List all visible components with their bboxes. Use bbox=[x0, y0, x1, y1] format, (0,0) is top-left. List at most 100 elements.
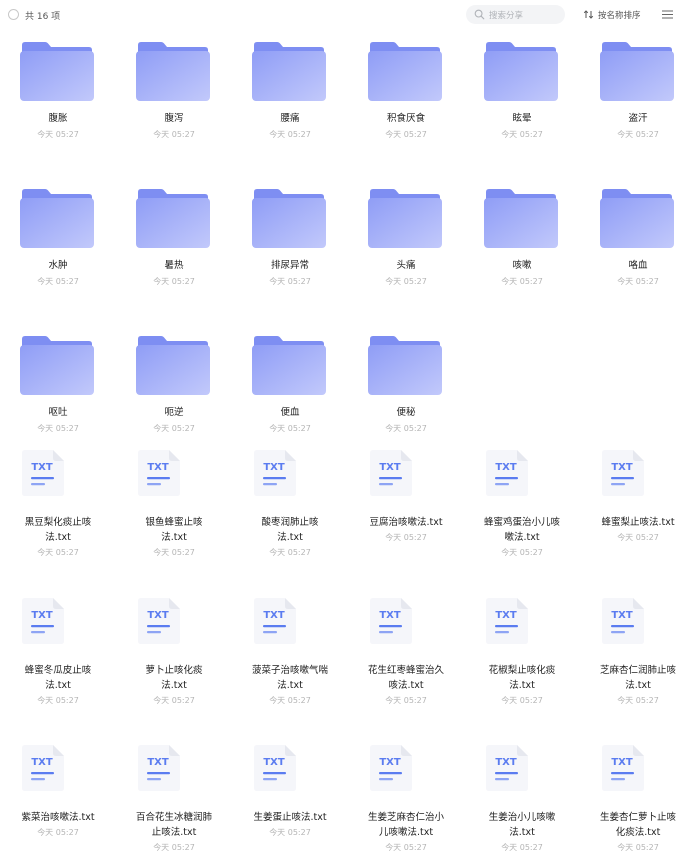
svg-text:TXT: TXT bbox=[611, 610, 633, 621]
txt-file-icon: TXT bbox=[254, 598, 296, 644]
txt-file-icon: TXT bbox=[22, 745, 64, 791]
file-name-line: 法.txt bbox=[625, 680, 651, 691]
file-name-line: 蜂蜜梨止咳法.txt bbox=[601, 517, 675, 528]
folder-icon bbox=[368, 189, 442, 248]
folder-icon bbox=[136, 336, 210, 395]
folder-icon bbox=[484, 42, 558, 101]
file-date: 今天 05:27 bbox=[37, 548, 79, 557]
file-name-line: 法.txt bbox=[45, 680, 71, 691]
file-name-line: 花生红枣蜂蜜治久 bbox=[367, 665, 444, 676]
file-item[interactable]: TXT 豆腐治咳嗽法.txt 今天 05:27 bbox=[348, 450, 464, 560]
folder-item[interactable]: 排尿异常今天 05:27 bbox=[232, 188, 348, 288]
file-date: 今天 05:27 bbox=[153, 548, 195, 557]
folder-date: 今天 05:27 bbox=[385, 130, 427, 139]
folder-date: 今天 05:27 bbox=[617, 277, 659, 286]
svg-text:TXT: TXT bbox=[379, 462, 401, 473]
file-name-line: 花椒梨止咳化痰 bbox=[488, 665, 556, 676]
file-item[interactable]: TXT 生姜芝麻杏仁治小 儿咳嗽法.txt 今天 05:27 bbox=[348, 745, 464, 855]
folder-date: 今天 05:27 bbox=[385, 277, 427, 286]
folder-icon bbox=[20, 42, 94, 101]
folder-name: 腹胀 bbox=[48, 113, 68, 124]
file-name-line: 蜂蜜冬瓜皮止咳 bbox=[24, 665, 92, 676]
txt-file-icon: TXT bbox=[486, 745, 528, 791]
folder-date: 今天 05:27 bbox=[37, 130, 79, 139]
folder-item[interactable]: 腹泻 今天 05:27 bbox=[116, 41, 232, 141]
folder-icon bbox=[484, 189, 558, 248]
folder-item[interactable]: 呃逆 今天 05:27 bbox=[116, 335, 232, 435]
folder-date: 今天 05:27 bbox=[269, 424, 311, 433]
folder-item[interactable]: 暑热 今天 05:27 bbox=[116, 188, 232, 288]
file-item[interactable]: TXT 蜂蜜鸡蛋治小儿咳 嗽法.txt 今天 05:27 bbox=[464, 450, 580, 560]
file-item[interactable]: TXT 蜂蜜梨止咳法.txt 今天 05:27 bbox=[580, 450, 691, 560]
folder-date: 今天 05:27 bbox=[501, 277, 543, 286]
file-item[interactable]: TXT 银鱼蜂蜜止咳 法.txt 今天 05:27 bbox=[116, 450, 232, 560]
file-date: 今天 05:27 bbox=[269, 696, 311, 705]
folder-item[interactable]: 咯血 今天 05:27 bbox=[580, 188, 691, 288]
svg-text:TXT: TXT bbox=[31, 757, 53, 768]
file-date: 今天 05:27 bbox=[385, 533, 427, 542]
file-name-line: 菠菜子治咳嗽气喘 bbox=[251, 665, 328, 676]
file-grid: 腹胀今天 05:27 腹泻 今天 05:27 腰痛 今天 05:27 积食厌食今天 … bbox=[0, 0, 691, 859]
file-name-line: 萝卜止咳化痰 bbox=[145, 665, 203, 676]
folder-item[interactable]: 呕吐 今天 05:27 bbox=[0, 335, 116, 435]
file-item[interactable]: TXT 萝卜止咳化痰 法.txt 今天 05:27 bbox=[116, 598, 232, 708]
folder-icon bbox=[20, 189, 94, 248]
folder-name: 呃逆 bbox=[164, 407, 184, 418]
folder-item[interactable]: 便秘 今天 05:27 bbox=[348, 335, 464, 435]
file-item[interactable]: TXT 花椒梨止咳化痰 法.txt 今天 05:27 bbox=[464, 598, 580, 708]
svg-text:TXT: TXT bbox=[495, 610, 517, 621]
txt-file-icon: TXT bbox=[370, 598, 412, 644]
svg-text:TXT: TXT bbox=[495, 757, 517, 768]
txt-file-icon: TXT bbox=[602, 598, 644, 644]
folder-item[interactable]: 眩晕今天 05:27 bbox=[464, 41, 580, 141]
file-item[interactable]: TXT 花生红枣蜂蜜治久 咳法.txt 今天 05:27 bbox=[348, 598, 464, 708]
folder-date: 今天 05:27 bbox=[269, 277, 311, 286]
folder-item[interactable]: 腰痛 今天 05:27 bbox=[232, 41, 348, 141]
file-name-line: 生姜芝麻杏仁治小 bbox=[367, 812, 444, 823]
folder-item[interactable]: 便血 今天 05:27 bbox=[232, 335, 348, 435]
file-item[interactable]: TXT 紫菜治咳嗽法.txt 今天 05:27 bbox=[0, 745, 116, 855]
folder-date: 今天 05:27 bbox=[269, 130, 311, 139]
file-item[interactable]: TXT 生姜杏仁萝卜止咳 化痰法.txt 今天 05:27 bbox=[580, 745, 691, 855]
file-item[interactable]: TXT 芝麻杏仁润肺止咳 法.txt 今天 05:27 bbox=[580, 598, 691, 708]
folder-name: 咳嗽 bbox=[512, 260, 532, 271]
svg-text:TXT: TXT bbox=[147, 610, 169, 621]
file-name-line: 银鱼蜂蜜止咳 bbox=[145, 517, 203, 528]
folder-date: 今天 05:27 bbox=[37, 277, 79, 286]
txt-file-icon: TXT bbox=[138, 745, 180, 791]
folder-item[interactable]: 水肿今天 05:27 bbox=[0, 188, 116, 288]
file-name-line: 止咳法.txt bbox=[151, 827, 197, 838]
folder-item[interactable]: 积食厌食今天 05:27 bbox=[348, 41, 464, 141]
file-date: 今天 05:27 bbox=[617, 696, 659, 705]
file-item[interactable]: TXT 酸枣润肺止咳 法.txt 今天 05:27 bbox=[232, 450, 348, 560]
folder-name: 眩晕 bbox=[512, 113, 532, 124]
folder-name: 排尿异常 bbox=[270, 260, 309, 271]
folder-icon bbox=[252, 42, 326, 101]
folder-date: 今天 05:27 bbox=[153, 277, 195, 286]
folder-item[interactable]: 头痛 今天 05:27 bbox=[348, 188, 464, 288]
file-item[interactable]: TXT 菠菜子治咳嗽气喘 法.txt 今天 05:27 bbox=[232, 598, 348, 708]
folder-icon bbox=[368, 42, 442, 101]
file-date: 今天 05:27 bbox=[385, 843, 427, 852]
folder-item[interactable]: 腹胀今天 05:27 bbox=[0, 41, 116, 141]
folder-item[interactable]: 咳嗽今天 05:27 bbox=[464, 188, 580, 288]
file-item[interactable]: TXT 生姜蛋止咳法.txt 今天 05:27 bbox=[232, 745, 348, 855]
svg-text:TXT: TXT bbox=[263, 610, 285, 621]
file-name-line: 儿咳嗽法.txt bbox=[378, 827, 434, 838]
txt-file-icon: TXT bbox=[486, 450, 528, 496]
file-item[interactable]: TXT 黑豆梨化痰止咳 法.txt 今天 05:27 bbox=[0, 450, 116, 560]
file-item[interactable]: TXT 百合花生冰糖润肺 止咳法.txt 今天 05:27 bbox=[116, 745, 232, 855]
folder-date: 今天 05:27 bbox=[501, 130, 543, 139]
folder-name: 水肿 bbox=[48, 260, 68, 271]
folder-item[interactable]: 盗汗 今天 05:27 bbox=[580, 41, 691, 141]
txt-file-icon: TXT bbox=[370, 745, 412, 791]
folder-name: 积食厌食 bbox=[386, 113, 425, 124]
file-name-line: 芝麻杏仁润肺止咳 bbox=[599, 665, 676, 676]
svg-text:TXT: TXT bbox=[31, 462, 53, 473]
file-name-line: 生姜蛋止咳法.txt bbox=[253, 812, 327, 823]
file-name-line: 法.txt bbox=[509, 827, 535, 838]
folder-date: 今天 05:27 bbox=[153, 130, 195, 139]
folder-name: 盗汗 bbox=[628, 113, 648, 124]
file-item[interactable]: TXT 蜂蜜冬瓜皮止咳 法.txt 今天 05:27 bbox=[0, 598, 116, 708]
file-item[interactable]: TXT 生姜治小儿咳嗽 法.txt 今天 05:27 bbox=[464, 745, 580, 855]
